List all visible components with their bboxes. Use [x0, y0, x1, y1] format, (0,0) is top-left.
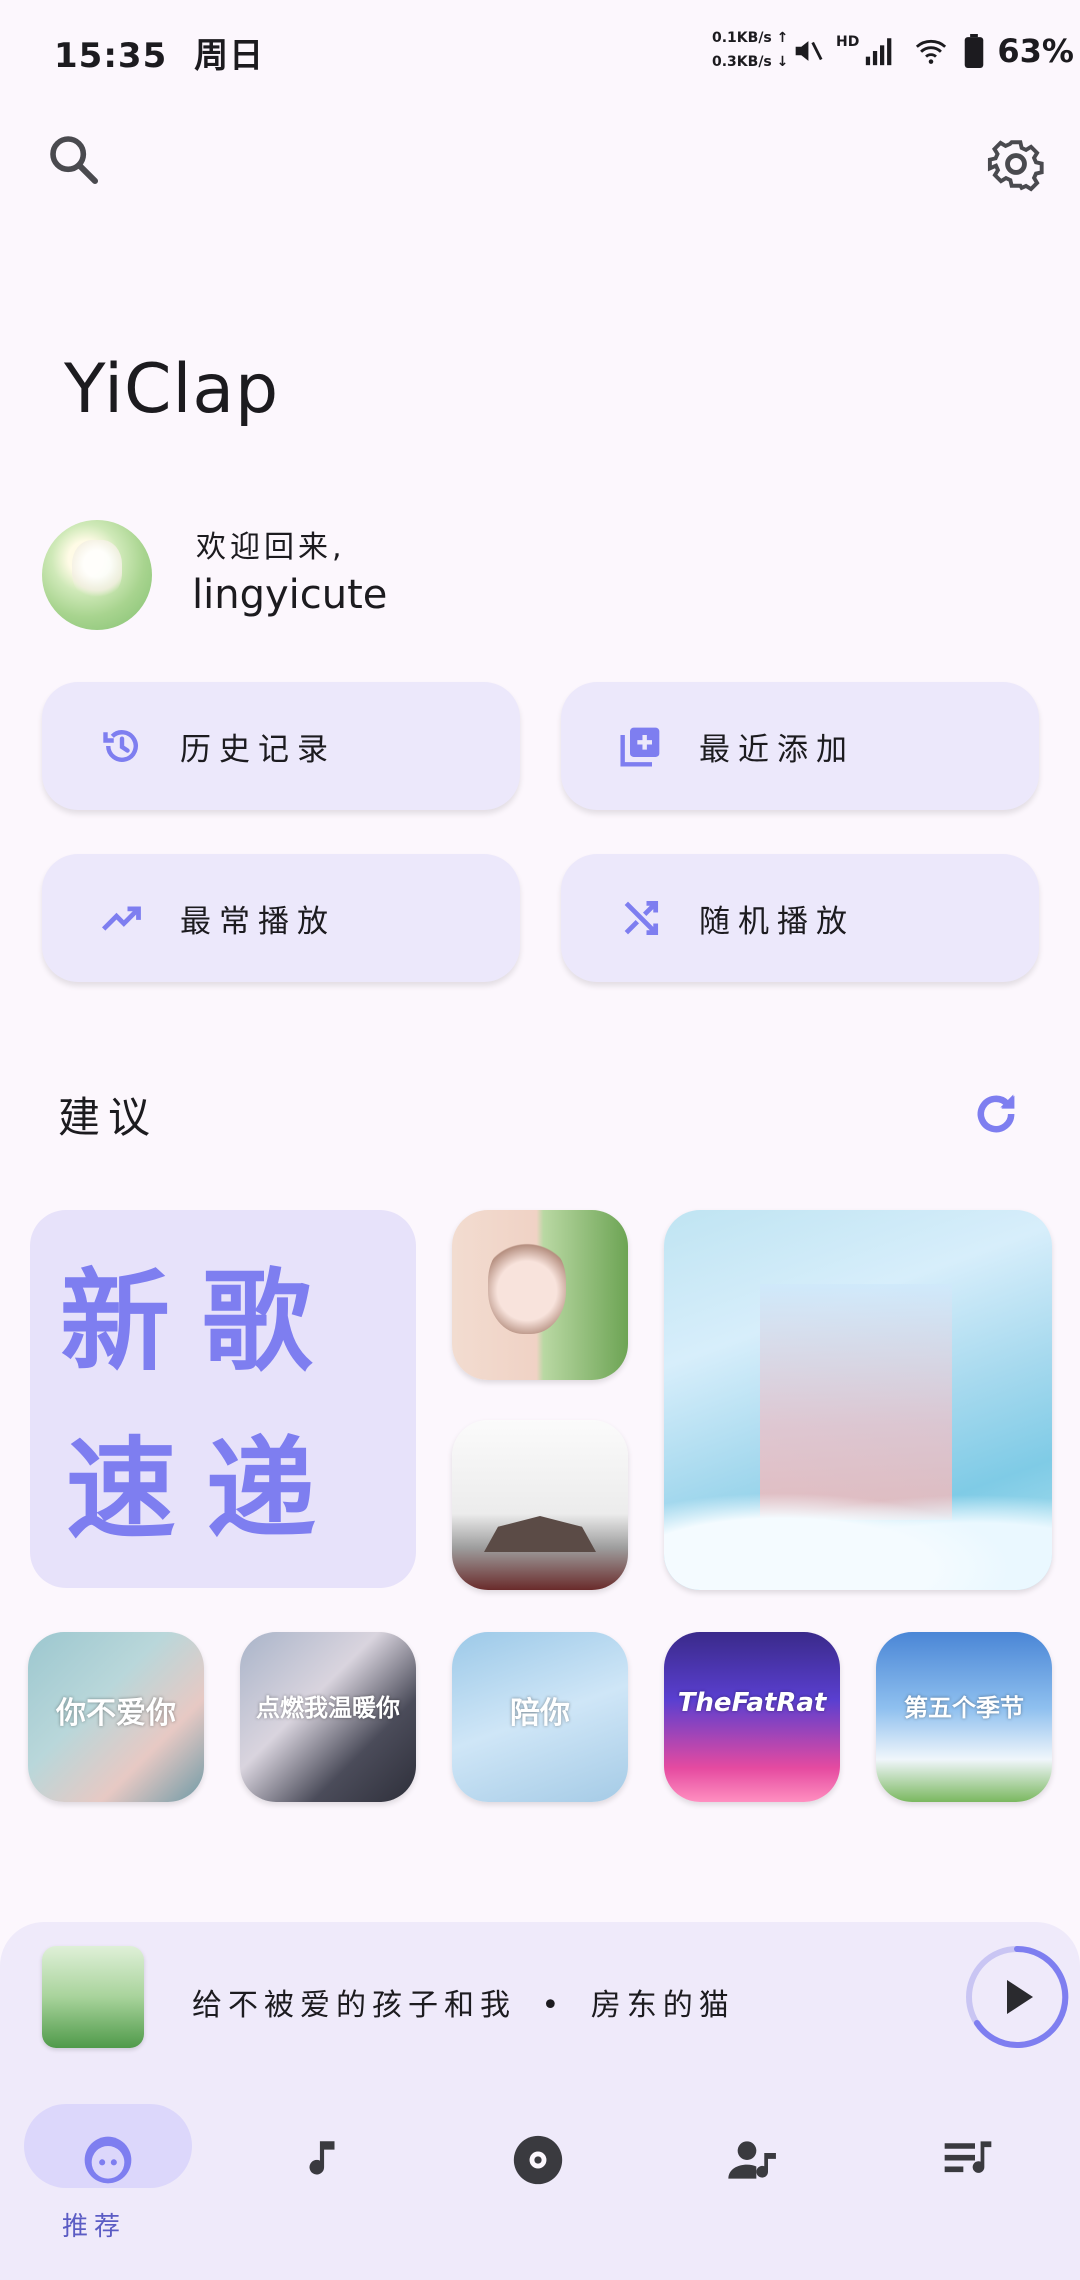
album-cover[interactable]: 点燃我温暖你	[240, 1632, 416, 1802]
album-cover[interactable]: 第五个季节	[876, 1632, 1052, 1802]
most-played-button[interactable]: 最常播放	[42, 854, 520, 982]
settings-button[interactable]	[980, 128, 1052, 200]
signal-icon	[866, 38, 892, 66]
now-playing-track: 给不被爱的孩子和我	[192, 1988, 516, 2023]
album-cover-title: 陪你	[510, 1696, 570, 1731]
now-playing-separator: •	[541, 1988, 566, 2023]
net-down: 0.3KB/s ↓	[712, 54, 789, 70]
username: lingyicute	[192, 572, 388, 618]
recently-added-label: 最近添加	[699, 731, 855, 768]
album-cover[interactable]	[452, 1420, 628, 1590]
nav-recommend-label: 推荐	[62, 2212, 127, 2242]
now-playing-artist: 房东的猫	[590, 1988, 735, 2023]
album-cover[interactable]: 陪你	[452, 1632, 628, 1802]
history-icon	[98, 722, 146, 770]
album-cover[interactable]	[664, 1210, 1052, 1590]
play-icon	[966, 1945, 1069, 2048]
playlist-icon	[944, 2141, 992, 2173]
album-cover-title: 点燃我温暖你	[256, 1694, 400, 1722]
now-playing-text[interactable]: 给不被爱的孩子和我 • 房东的猫	[192, 1980, 735, 2024]
album-cover[interactable]: TheFatRat	[664, 1632, 840, 1802]
wifi-icon	[916, 39, 947, 64]
nav-recommend[interactable]	[48, 2100, 168, 2220]
album-cover[interactable]	[452, 1210, 628, 1380]
trending-up-icon	[98, 894, 146, 942]
status-day: 周日	[194, 36, 265, 76]
album-cover-title: TheFatRat	[677, 1688, 827, 1718]
suggestions-title: 建议	[58, 1093, 159, 1142]
battery-percent: 63%	[997, 32, 1074, 70]
app-title: YiClap	[64, 350, 280, 429]
artist-icon	[728, 2141, 776, 2179]
album-cover[interactable]: 你不爱你	[28, 1632, 204, 1802]
new-songs-char: 新	[60, 1258, 170, 1386]
new-songs-char: 递	[206, 1426, 316, 1554]
status-icons: HD 63%	[790, 26, 1074, 76]
shuffle-icon	[617, 894, 665, 942]
signal-hd-label: HD	[836, 34, 860, 50]
status-time: 15:35 周日	[54, 28, 264, 77]
status-clock: 15:35	[54, 36, 168, 76]
new-songs-char: 速	[66, 1426, 176, 1554]
new-songs-char: 歌	[202, 1258, 312, 1386]
refresh-icon	[977, 1094, 1015, 1133]
history-button[interactable]: 历史记录	[42, 682, 520, 810]
nav-playlists[interactable]	[908, 2100, 1028, 2220]
recommend-icon	[84, 2136, 132, 2184]
album-cover-title: 第五个季节	[904, 1694, 1024, 1722]
history-label: 历史记录	[180, 731, 336, 768]
mute-icon	[795, 41, 823, 61]
avatar[interactable]	[42, 520, 152, 630]
music-note-icon	[309, 2141, 335, 2175]
nav-albums[interactable]	[478, 2100, 598, 2220]
net-up: 0.1KB/s ↑	[712, 30, 789, 46]
network-speed: 0.1KB/s ↑ 0.3KB/s ↓	[712, 26, 788, 74]
refresh-button[interactable]	[964, 1082, 1028, 1146]
shuffle-button[interactable]: 随机播放	[561, 854, 1039, 982]
play-button[interactable]	[962, 1942, 1072, 2052]
now-playing-cover[interactable]	[42, 1946, 144, 2048]
recently-added-button[interactable]: 最近添加	[561, 682, 1039, 810]
nav-songs[interactable]	[262, 2100, 382, 2220]
search-button[interactable]	[42, 128, 106, 192]
most-played-label: 最常播放	[180, 903, 336, 940]
new-songs-card[interactable]: 新 歌 速 递	[30, 1210, 416, 1588]
search-icon	[50, 136, 99, 185]
nav-artists[interactable]	[694, 2100, 814, 2220]
welcome-greeting: 欢迎回来,	[196, 530, 346, 565]
battery-icon	[965, 34, 984, 68]
album-cover-title: 你不爱你	[56, 1696, 176, 1731]
album-icon	[513, 2135, 563, 2185]
shuffle-label: 随机播放	[699, 903, 855, 940]
library-add-icon	[617, 722, 665, 770]
gear-icon	[987, 140, 1044, 192]
